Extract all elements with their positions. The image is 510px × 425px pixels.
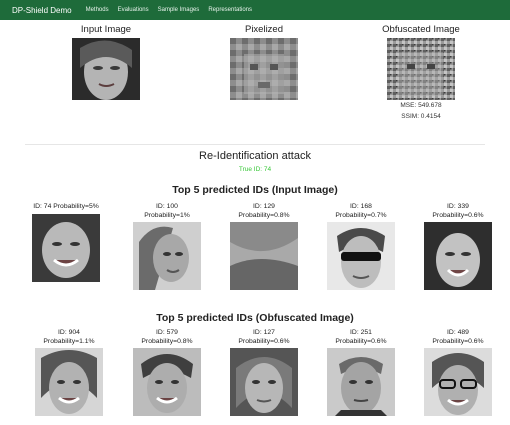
brand-link[interactable]: DP-Shield Demo [12,6,72,15]
pred-probability: Probability=5% [53,203,99,210]
obf-pred-2: ID: 579 Probability=0.8% [119,329,215,416]
pixelized-title: Pixelized [244,24,284,35]
pred-id: ID: 168 [350,203,372,210]
nav-representations[interactable]: Representations [208,7,252,13]
obf-pred-5: ID: 489 Probability=0.6% [410,329,506,416]
pred-face-image [133,222,201,290]
pred-probability: Probability=0.6% [335,337,387,345]
pred-probability: Probability=0.7% [335,211,387,219]
pred-face-image [424,222,492,290]
pred-id: ID: 129 [253,203,275,210]
pred-id: ID: 339 [447,203,469,210]
input-pred-2: ID: 100 Probability=1% [119,203,215,290]
pred-id: ID: 579 [156,329,178,336]
input-predictions-title: Top 5 predicted IDs (Input Image) [172,184,338,196]
pred-face-image [32,213,100,282]
nav-methods[interactable]: Methods [86,7,109,13]
obfuscated-face-image [387,38,455,100]
pred-face-image [424,348,492,416]
nav-evaluations[interactable]: Evaluations [118,7,149,13]
pred-id: ID: 74 [33,203,54,210]
obf-pred-4: ID: 251 Probability=0.6% [313,329,409,416]
obfuscated-title: Obfuscated Image [382,24,460,35]
pred-probability: Probability=0.6% [432,337,484,345]
section-divider [25,144,485,145]
top-navbar: DP-Shield Demo Methods Evaluations Sampl… [0,0,510,20]
input-pred-5: ID: 339 Probability=0.6% [410,203,506,290]
pred-face-image [327,222,395,290]
nav-sample-images[interactable]: Sample Images [158,7,200,13]
input-image-title: Input Image [80,24,132,35]
pred-id: ID: 127 [253,329,275,336]
pred-id: ID: 251 [350,329,372,336]
pred-face-image [327,348,395,416]
pred-id: ID: 489 [447,329,469,336]
input-pred-1: ID: 74 Probability=5% [18,203,114,282]
pixelized-column: Pixelized [204,24,324,100]
pred-id: ID: 100 [156,203,178,210]
input-pred-4: ID: 168 Probability=0.7% [313,203,409,290]
pred-face-image [133,348,201,416]
input-image-column: Input Image [46,24,166,100]
pixelized-face-image [230,38,298,100]
pred-probability: Probability=1% [144,211,190,219]
obf-pred-1: ID: 904 Probability=1.1% [21,329,117,416]
pred-probability: Probability=1.1% [43,337,95,345]
ssim-value: SSIM: 0.4154 [401,113,441,120]
obf-pred-3: ID: 127 Probability=0.6% [216,329,312,416]
input-pred-3: ID: 129 Probability=0.8% [216,203,312,290]
pred-probability: Probability=0.6% [238,337,290,345]
pred-id: ID: 904 [58,329,80,336]
pred-face-image [35,348,103,416]
input-face-image [72,38,140,100]
pred-probability: Probability=0.6% [432,211,484,219]
pred-face-image [230,348,298,416]
attack-title: Re-Identification attack [199,150,311,162]
true-id-label: True ID: 74 [238,166,272,173]
pred-face-image [230,222,298,290]
obfuscated-predictions-title: Top 5 predicted IDs (Obfuscated Image) [156,312,354,324]
pred-probability: Probability=0.8% [238,211,290,219]
obfuscated-column: Obfuscated Image MSE: 549.678 SSIM: 0.41… [361,24,481,122]
mse-value: MSE: 549.678 [400,102,442,109]
pred-probability: Probability=0.8% [141,337,193,345]
